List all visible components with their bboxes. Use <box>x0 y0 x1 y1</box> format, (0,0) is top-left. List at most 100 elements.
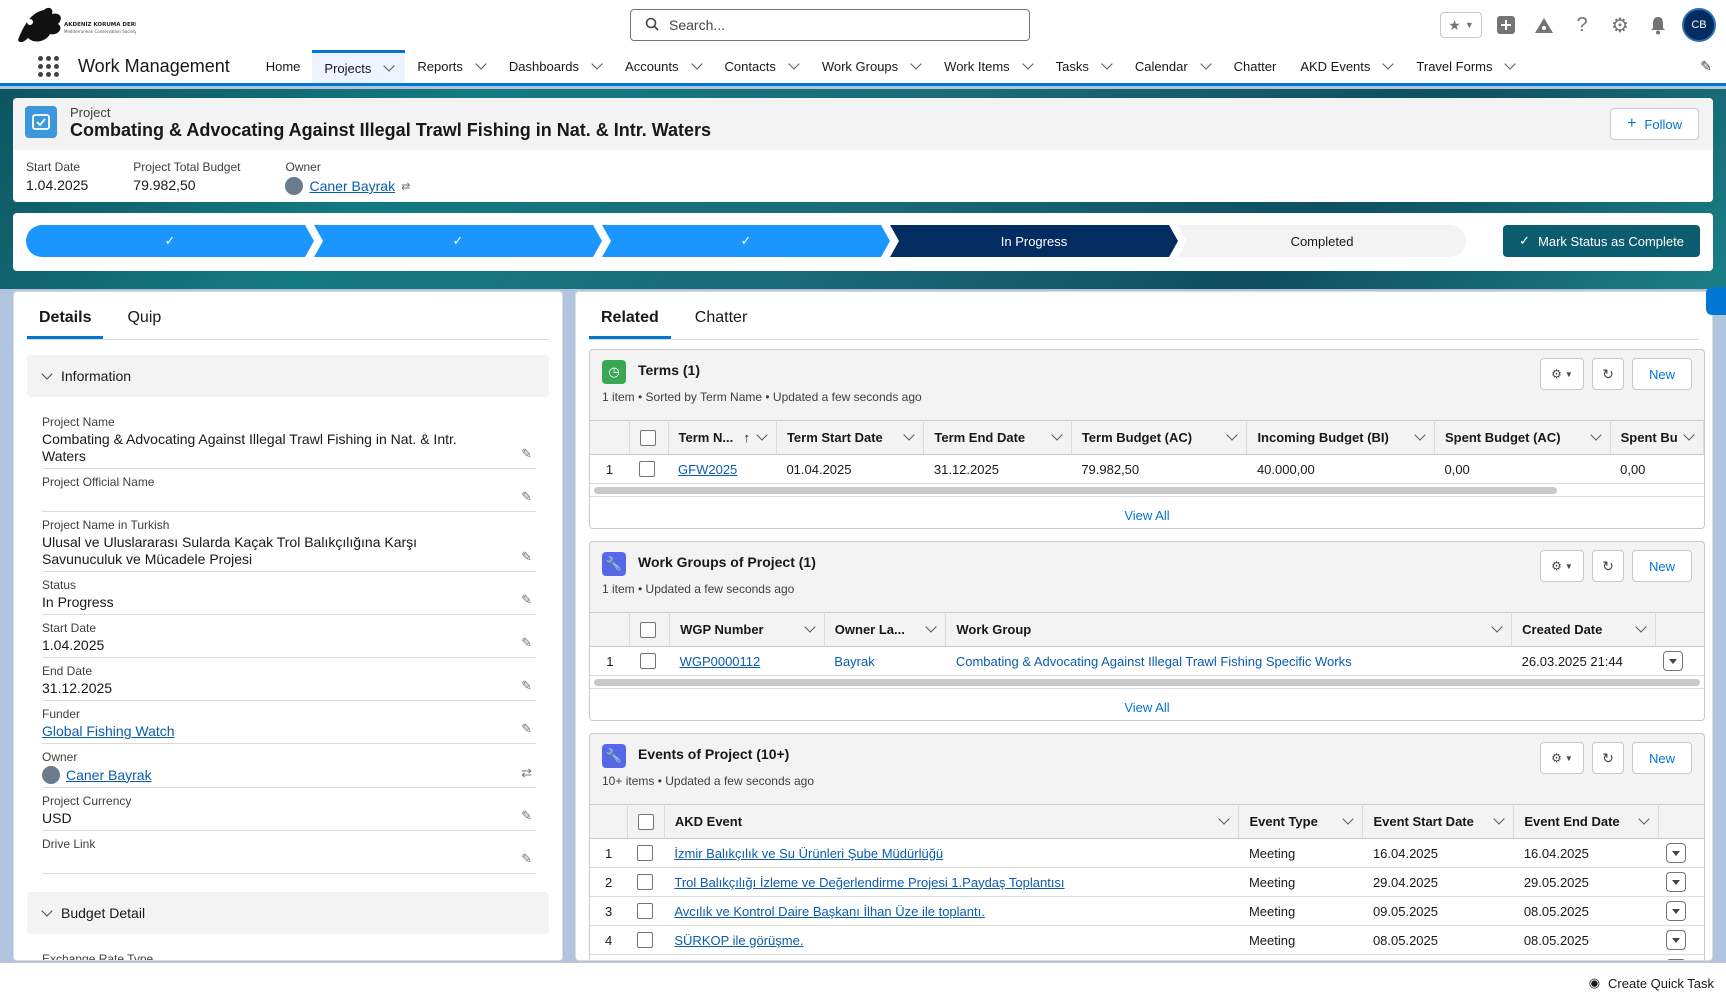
chevron-down-icon[interactable] <box>925 621 938 633</box>
edit-pencil-icon[interactable]: ✎ <box>521 549 532 565</box>
row-checkbox[interactable] <box>637 932 654 949</box>
scrollbar-thumb[interactable] <box>594 487 1557 494</box>
tab-details[interactable]: Details <box>27 309 104 339</box>
path-step[interactable]: ✓ <box>26 225 314 257</box>
user-avatar[interactable]: CB <box>1682 8 1716 42</box>
tab-chatter[interactable]: Chatter <box>683 309 759 339</box>
chevron-down-icon[interactable] <box>1101 58 1113 70</box>
column-header[interactable]: Event End Date <box>1513 804 1659 839</box>
sort-ascending-icon[interactable]: ↑ <box>743 430 750 445</box>
column-header[interactable]: Term End Date <box>923 420 1072 455</box>
row-checkbox[interactable] <box>639 461 656 478</box>
owner-link[interactable]: Caner Bayrak <box>309 178 395 194</box>
path-step[interactable]: Completed <box>1178 225 1466 257</box>
chevron-down-icon[interactable] <box>1051 429 1063 441</box>
chevron-down-icon[interactable] <box>903 429 916 441</box>
column-header[interactable]: Event Type <box>1238 804 1364 839</box>
column-header[interactable]: AKD Event <box>664 804 1240 839</box>
nav-item-tasks[interactable]: Tasks <box>1044 50 1123 83</box>
edit-pencil-icon[interactable]: ✎ <box>521 446 532 462</box>
chevron-down-icon[interactable] <box>1504 58 1517 70</box>
tab-related[interactable]: Related <box>589 309 671 339</box>
chevron-down-icon[interactable] <box>1493 813 1505 825</box>
edit-pencil-icon[interactable]: ✎ <box>521 678 532 694</box>
path-step[interactable]: ✓ <box>314 225 602 257</box>
column-header[interactable]: Term Budget (AC) <box>1071 420 1248 455</box>
org-logo[interactable]: AKDENİZ KORUMA DERNEĞİ Mediterranean Con… <box>14 4 150 46</box>
column-header[interactable]: WGP Number <box>669 612 825 647</box>
edit-pencil-icon[interactable]: ✎ <box>521 635 532 651</box>
owner-link[interactable]: Caner Bayrak <box>66 767 152 784</box>
funder-link[interactable]: Global Fishing Watch <box>42 723 175 740</box>
edit-pencil-icon[interactable]: ✎ <box>521 851 532 867</box>
create-quick-task-button[interactable]: ◉ Create Quick Task <box>1589 975 1714 991</box>
row-checkbox[interactable] <box>637 903 654 920</box>
nav-item-projects[interactable]: Projects <box>312 50 406 86</box>
term-name-link[interactable]: GFW2025 <box>678 462 737 477</box>
chevron-down-icon[interactable] <box>591 58 603 70</box>
owner-link[interactable]: Bayrak <box>834 654 874 669</box>
nav-item-chatter[interactable]: Chatter <box>1222 50 1289 83</box>
side-cloud-tab[interactable] <box>1706 287 1726 315</box>
setup-gear-icon[interactable]: ⚙ <box>1606 11 1634 39</box>
new-term-button[interactable]: New <box>1631 358 1692 390</box>
mark-status-complete-button[interactable]: ✓ Mark Status as Complete <box>1503 225 1700 257</box>
refresh-button[interactable]: ↻ <box>1591 550 1624 582</box>
chevron-down-icon[interactable] <box>1022 58 1034 70</box>
refresh-button[interactable]: ↻ <box>1591 742 1624 774</box>
row-actions-dropdown-icon[interactable] <box>1666 930 1687 950</box>
akd-event-link[interactable]: İzmir Balıkçılık ve Su Ürünleri Şube Müd… <box>674 846 943 861</box>
related-list-title[interactable]: Terms (1) <box>638 362 700 378</box>
follow-button[interactable]: + Follow <box>1610 108 1699 140</box>
chevron-down-icon[interactable] <box>1414 429 1426 441</box>
chevron-down-icon[interactable] <box>1218 813 1231 825</box>
chevron-down-icon[interactable] <box>1226 429 1239 441</box>
column-header[interactable]: Spent Budget (AC) <box>1434 420 1611 455</box>
edit-pencil-icon[interactable]: ✎ <box>521 808 532 824</box>
list-settings-gear-button[interactable]: ⚙ ▼ <box>1539 550 1584 582</box>
row-actions-dropdown-icon[interactable] <box>1666 872 1687 892</box>
nav-item-travel-forms[interactable]: Travel Forms <box>1404 50 1526 83</box>
chevron-down-icon[interactable] <box>1638 813 1650 825</box>
column-header[interactable]: Term N... ↑ <box>668 420 777 455</box>
path-step[interactable]: ✓ <box>602 225 890 257</box>
help-icon[interactable]: ? <box>1568 11 1596 39</box>
global-search-input[interactable]: Search... <box>630 9 1030 41</box>
edit-pencil-icon[interactable]: ✎ <box>521 721 532 737</box>
chevron-down-icon[interactable] <box>383 59 396 72</box>
app-launcher-icon[interactable] <box>28 50 68 83</box>
row-actions-dropdown-icon[interactable] <box>1666 959 1687 960</box>
row-actions-dropdown-icon[interactable] <box>1663 651 1684 671</box>
nav-item-contacts[interactable]: Contacts <box>713 50 810 83</box>
nav-item-dashboards[interactable]: Dashboards <box>497 50 613 83</box>
trailhead-icon[interactable] <box>1530 11 1558 39</box>
refresh-button[interactable]: ↻ <box>1591 358 1624 390</box>
chevron-down-icon[interactable] <box>1491 621 1503 633</box>
akd-event-link[interactable]: Trol Balıkçılığı İzleme ve Değerlendirme… <box>674 875 1064 890</box>
horizontal-scrollbar[interactable] <box>590 676 1704 688</box>
chevron-down-icon[interactable] <box>756 429 768 441</box>
chevron-down-icon[interactable] <box>1683 429 1695 441</box>
work-group-link[interactable]: Combating & Advocating Against Illegal T… <box>956 654 1352 669</box>
column-header[interactable]: Event Start Date <box>1362 804 1515 839</box>
chevron-down-icon[interactable] <box>910 58 922 70</box>
column-header[interactable]: Owner La... <box>824 612 947 647</box>
change-owner-icon[interactable]: ⇄ <box>401 180 410 193</box>
chevron-down-icon[interactable] <box>475 58 487 70</box>
column-header[interactable]: Term Start Date <box>776 420 925 455</box>
nav-item-accounts[interactable]: Accounts <box>613 50 712 83</box>
nav-item-work-groups[interactable]: Work Groups <box>810 50 932 83</box>
nav-item-home[interactable]: Home <box>254 50 313 83</box>
chevron-down-icon[interactable] <box>788 58 800 70</box>
view-all-terms-link[interactable]: View All <box>590 496 1704 528</box>
column-header[interactable]: Created Date <box>1511 612 1656 647</box>
chevron-down-icon[interactable] <box>804 621 816 633</box>
chevron-down-icon[interactable] <box>690 58 703 70</box>
row-checkbox[interactable] <box>639 429 656 446</box>
edit-pencil-icon[interactable]: ✎ <box>521 489 532 505</box>
new-event-button[interactable]: New <box>1631 742 1692 774</box>
tab-quip[interactable]: Quip <box>115 309 173 339</box>
chevron-down-icon[interactable] <box>1635 621 1647 633</box>
chevron-down-icon[interactable] <box>1382 58 1395 70</box>
row-checkbox[interactable] <box>637 845 654 862</box>
